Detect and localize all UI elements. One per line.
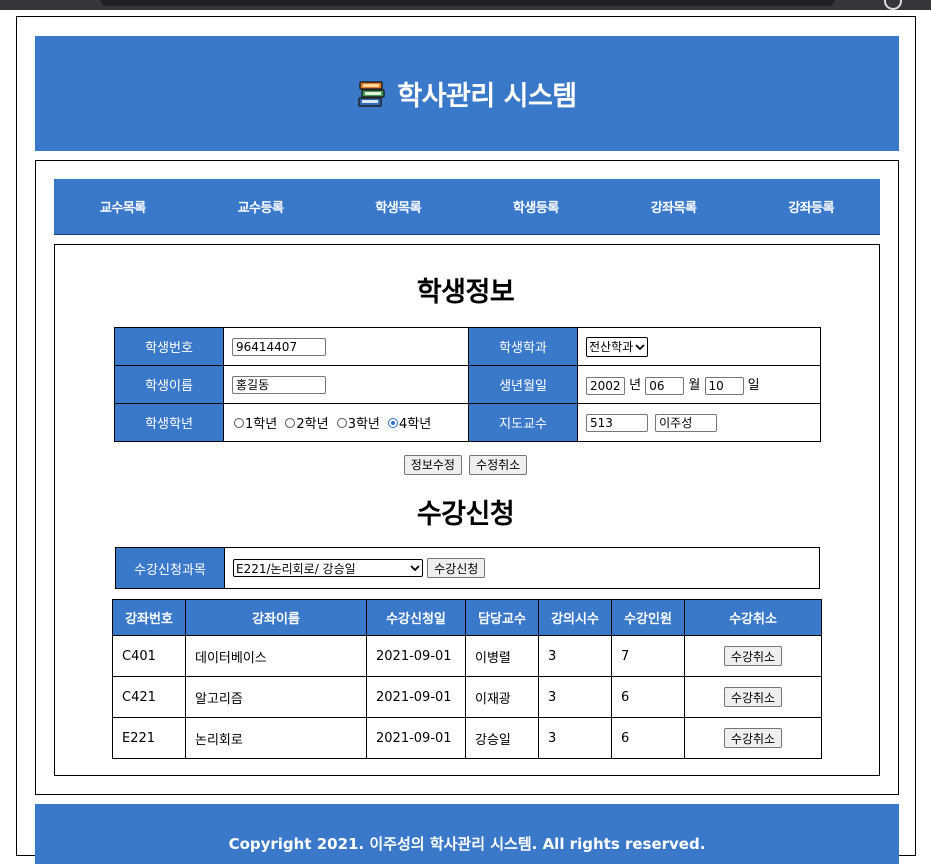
enrollment-course-select[interactable]: E221/논리회로/ 강승일 [233,559,423,577]
main-nav: 교수목록 교수등록 학생목록 학생등록 강좌목록 강좌등록 [54,179,880,235]
cell-code: E221 [112,717,186,759]
student-info-table: 학생번호 학생학과 전산학과 학생이름 생년월일 년 월 일 학생학년 1학년 [114,327,821,442]
cell-count: 7 [611,635,685,677]
year-suffix: 년 [629,378,642,394]
cancel-enrollment-button[interactable]: 수강취소 [723,687,783,707]
column-course-code: 강좌번호 [112,599,186,636]
cell-date: 2021-09-01 [366,676,466,718]
address-bar[interactable] [100,0,835,6]
cell-code: C401 [112,635,186,677]
cell-hours: 3 [538,676,612,718]
cell-name: 알고리즘 [185,676,367,718]
department-selected: 전산학과 [589,340,634,354]
cell-hours: 3 [538,717,612,759]
nav-course-register[interactable]: 강좌등록 [742,179,880,234]
footer-text: Copyright 2021. 이주성의 학사관리 시스템. All right… [228,835,706,853]
nav-professor-register[interactable]: 교수등록 [192,179,330,234]
column-course-name: 강좌이름 [185,599,367,636]
cancel-update-button[interactable]: 수정취소 [469,454,528,475]
grade-radio-3[interactable] [336,417,347,428]
cell-professor: 이재광 [465,676,539,718]
birth-year-input[interactable] [586,376,625,395]
column-hours: 강의시수 [538,599,612,636]
nav-student-list[interactable]: 학생목록 [329,179,467,234]
grade-radio-2[interactable] [285,417,296,428]
page-title: 학사관리 시스템 [397,81,577,112]
department-select[interactable]: 전산학과 [586,336,649,357]
cancel-enrollment-button[interactable]: 수강취소 [723,728,783,748]
grade-label: 학생학년 [114,403,224,442]
table-row: C401 데이터베이스 2021-09-01 이병렬 3 7 수강취소 [112,635,822,677]
cell-date: 2021-09-01 [366,635,466,677]
cell-name: 논리회로 [185,717,367,759]
grade-radio-1[interactable] [234,417,244,428]
advisor-code-input[interactable] [586,413,648,432]
birth-month-input[interactable] [645,376,685,395]
cell-code: C421 [112,676,186,718]
birth-date-label: 생년월일 [468,365,578,404]
department-label: 학생학과 [468,327,578,366]
site-footer: Copyright 2021. 이주성의 학사관리 시스템. All right… [35,804,899,864]
enrollment-course-selected: E221/논리회로/ 강승일 [236,561,356,576]
cell-name: 데이터베이스 [185,635,367,677]
student-name-label: 학생이름 [114,365,224,404]
cell-count: 6 [611,717,685,759]
update-info-button[interactable]: 정보수정 [403,454,462,475]
column-enroll-date: 수강신청일 [366,599,466,636]
nav-course-list[interactable]: 강좌목록 [605,179,743,234]
grade-label-2: 2학년 [296,417,329,432]
grade-radio-4[interactable] [388,417,399,428]
enrollment-form: 수강신청과목 E221/논리회로/ 강승일 수강신청 [115,547,820,589]
books-icon [357,79,387,109]
enrolled-courses-table: 강좌번호 강좌이름 수강신청일 담당교수 강의시수 수강인원 수강취소 C401… [112,599,822,759]
cell-hours: 3 [538,635,612,677]
student-name-input[interactable] [232,375,326,394]
enroll-button[interactable]: 수강신청 [427,558,486,578]
cell-date: 2021-09-01 [366,717,466,759]
student-info-actions: 정보수정 수정취소 [0,454,931,475]
cell-professor: 강승일 [465,717,539,759]
cancel-enrollment-button[interactable]: 수강취소 [723,646,783,666]
chevron-down-icon [410,561,420,575]
chevron-down-icon [635,340,645,354]
advisor-name-input[interactable] [655,413,718,432]
account-icon[interactable] [884,0,902,10]
student-number-label: 학생번호 [114,327,224,366]
nav-professor-list[interactable]: 교수목록 [54,179,192,234]
month-suffix: 월 [688,378,701,394]
grade-label-3: 3학년 [347,417,380,432]
table-row: C421 알고리즘 2021-09-01 이재광 3 6 수강취소 [112,676,822,718]
column-cancel: 수강취소 [684,599,822,636]
cell-professor: 이병렬 [465,635,539,677]
student-info-heading: 학생정보 [416,277,515,308]
nav-student-register[interactable]: 학생등록 [467,179,605,234]
table-row: E221 논리회로 2021-09-01 강승일 3 6 수강취소 [112,717,822,759]
column-count: 수강인원 [611,599,685,636]
grade-label-1: 1학년 [245,417,278,432]
enrollment-course-label: 수강신청과목 [115,547,225,589]
cell-count: 6 [611,676,685,718]
day-suffix: 일 [747,378,760,394]
enrollment-heading: 수강신청 [416,499,515,530]
birth-day-input[interactable] [704,376,744,395]
site-header: 학사관리 시스템 [35,36,899,151]
student-number-input[interactable] [232,337,326,356]
browser-toolbar [0,0,931,10]
column-professor: 담당교수 [465,599,539,636]
grade-label-4: 4학년 [399,417,432,432]
advisor-label: 지도교수 [468,403,578,442]
